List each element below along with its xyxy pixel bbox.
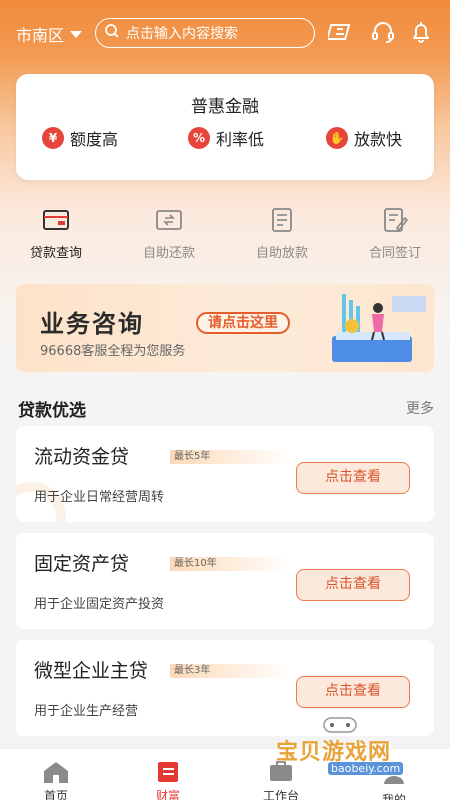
- feature-high-limit: ¥ 额度高: [42, 126, 118, 150]
- inclusive-finance-card: 普惠金融 ¥ 额度高 % 利率低 ✋ 放款快: [16, 74, 434, 180]
- nav-item-home[interactable]: 首页: [11, 749, 101, 800]
- quick-action-self-disburse[interactable]: 自助放款: [240, 206, 324, 261]
- top-bar: 市南区 点击输入内容搜索: [0, 14, 450, 54]
- contract-sign-icon: [380, 206, 410, 234]
- quick-action-contract-sign[interactable]: 合同签订: [353, 206, 437, 261]
- consult-banner[interactable]: 业务咨询 请点击这里 96668客服全程为您服务: [16, 284, 434, 372]
- quick-action-self-repay[interactable]: 自助还款: [127, 206, 211, 261]
- banner-subtitle: 96668客服全程为您服务: [40, 344, 186, 359]
- watermark-url: baobeiy.com: [328, 762, 404, 775]
- promo-title: 普惠金融: [191, 97, 259, 117]
- loan-description: 用于企业固定资产投资: [34, 597, 165, 612]
- loan-term-tag: 最长3年: [170, 664, 290, 678]
- site-watermark: 宝贝游戏网 baobeiy.com: [276, 712, 426, 782]
- section-title: 贷款优选: [18, 401, 86, 421]
- nav-label: 工作台: [262, 789, 299, 800]
- banner-click-button[interactable]: 请点击这里: [196, 312, 290, 334]
- percent-icon: %: [188, 127, 210, 149]
- headset-icon[interactable]: [370, 19, 396, 45]
- scan-icon[interactable]: [325, 19, 354, 45]
- consultant-illustration: [312, 286, 434, 370]
- more-link[interactable]: 更多: [406, 398, 434, 418]
- loan-description: 用于企业生产经营: [34, 704, 139, 719]
- feature-fast-loan: ✋ 放款快: [326, 126, 402, 150]
- view-loan-button[interactable]: 点击查看: [296, 462, 410, 494]
- banner-title: 业务咨询: [40, 310, 144, 338]
- document-icon: [267, 206, 297, 234]
- loan-name: 固定资产贷: [34, 553, 130, 575]
- loan-term-tag: 最长10年: [170, 557, 290, 571]
- search-icon: [104, 23, 120, 43]
- search-input[interactable]: 点击输入内容搜索: [95, 18, 315, 48]
- gamepad-icon: [323, 717, 357, 733]
- loan-name: 流动资金贷: [34, 446, 130, 468]
- loan-description: 用于企业日常经营周转: [34, 490, 165, 505]
- feature-low-rate: % 利率低: [188, 126, 264, 150]
- quick-action-loan-query[interactable]: 贷款查询: [14, 206, 98, 261]
- feature-label: 额度高: [70, 130, 119, 149]
- loan-card[interactable]: 固定资产贷 最长10年 用于企业固定资产投资 点击查看: [16, 533, 434, 629]
- wealth-icon: [153, 759, 183, 785]
- feature-label: 利率低: [216, 130, 265, 149]
- feature-label: 放款快: [354, 130, 403, 149]
- card-icon: [41, 206, 71, 234]
- quick-action-label: 自助还款: [142, 246, 195, 261]
- money-bag-icon: ¥: [42, 127, 64, 149]
- loan-name: 微型企业主贷: [34, 660, 149, 682]
- nav-item-wealth[interactable]: 财富: [123, 749, 213, 800]
- quick-action-label: 自助放款: [255, 246, 308, 261]
- hand-coin-icon: ✋: [326, 127, 348, 149]
- search-placeholder: 点击输入内容搜索: [126, 26, 238, 42]
- quick-action-label: 合同签订: [368, 246, 421, 261]
- view-loan-button[interactable]: 点击查看: [296, 569, 410, 601]
- bell-icon[interactable]: [408, 19, 434, 45]
- loan-card[interactable]: 流动资金贷 最长5年 用于企业日常经营周转 点击查看: [16, 426, 434, 522]
- nav-label: 财富: [155, 789, 180, 800]
- city-selector[interactable]: 市南区: [16, 22, 83, 46]
- nav-label: 我的: [381, 793, 406, 800]
- view-loan-button[interactable]: 点击查看: [296, 676, 410, 708]
- chevron-down-icon: [70, 30, 83, 38]
- loan-term-tag: 最长5年: [170, 450, 290, 464]
- card-return-icon: [154, 206, 184, 234]
- city-label: 市南区: [16, 26, 65, 45]
- nav-label: 首页: [43, 789, 68, 800]
- quick-action-label: 贷款查询: [29, 246, 82, 261]
- home-icon: [41, 759, 71, 785]
